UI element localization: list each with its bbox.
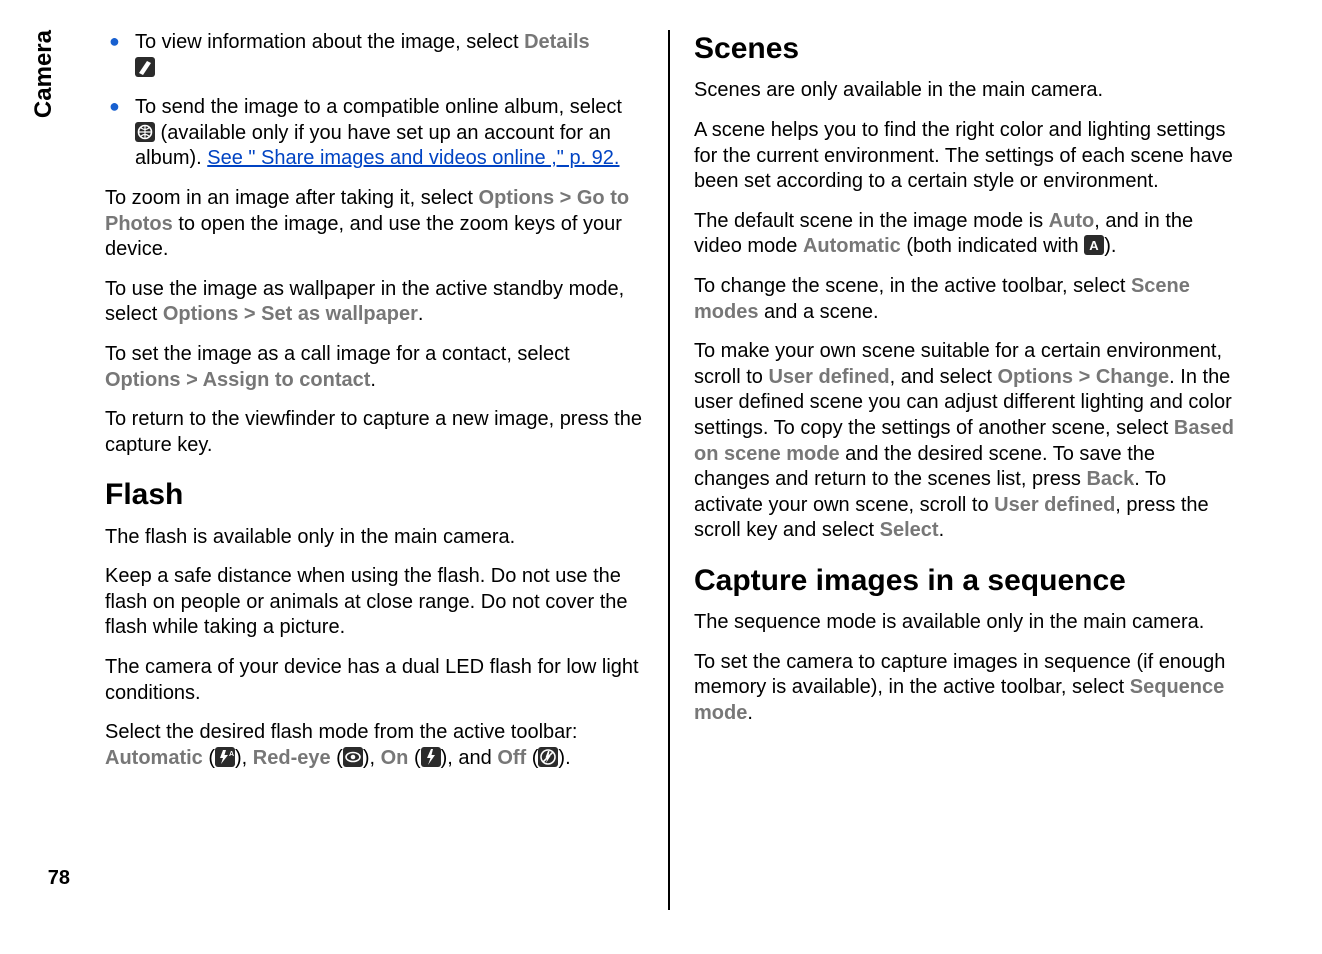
share-online-icon — [135, 122, 155, 142]
bullet-item-details: To view information about the image, sel… — [105, 30, 646, 81]
column-right: Scenes Scenes are only available in the … — [670, 30, 1235, 910]
change-label: Change — [1096, 366, 1169, 388]
assign-to-contact-label: Assign to contact — [203, 369, 371, 391]
paragraph-flash-safety: Keep a safe distance when using the flas… — [105, 564, 646, 641]
flash-redeye-label: Red-eye — [253, 747, 331, 769]
share-online-link[interactable]: See " Share images and videos online ," … — [207, 147, 619, 169]
flash-on-icon — [421, 747, 441, 767]
paragraph-user-defined: To make your own scene suitable for a ce… — [694, 339, 1235, 544]
flash-off-icon — [538, 747, 558, 767]
paragraph-scene-change: To change the scene, in the active toolb… — [694, 274, 1235, 325]
paragraph-contact: To set the image as a call image for a c… — [105, 342, 646, 393]
details-label: Details — [524, 31, 590, 53]
gt-separator: > — [1073, 366, 1096, 388]
user-defined-label: User defined — [768, 366, 889, 388]
details-icon — [135, 57, 155, 77]
svg-text:A: A — [229, 751, 234, 758]
page-number: 78 — [30, 867, 70, 890]
options-label: Options — [105, 369, 181, 391]
auto-scene-icon: A — [1084, 235, 1104, 255]
paragraph-return-viewfinder: To return to the viewfinder to capture a… — [105, 407, 646, 458]
automatic-label: Automatic — [803, 235, 901, 257]
flash-auto-icon: A — [215, 747, 235, 767]
paragraph-zoom: To zoom in an image after taking it, sel… — [105, 186, 646, 263]
paragraph-flash-led: The camera of your device has a dual LED… — [105, 655, 646, 706]
paragraph-flash-availability: The flash is available only in the main … — [105, 525, 646, 551]
set-as-wallpaper-label: Set as wallpaper — [261, 303, 418, 325]
gt-separator: > — [554, 187, 577, 209]
paragraph-sequence-availability: The sequence mode is available only in t… — [694, 610, 1235, 636]
options-label: Options — [479, 187, 555, 209]
paragraph-sequence-set: To set the camera to capture images in s… — [694, 650, 1235, 727]
two-column-layout: To view information about the image, sel… — [105, 30, 1285, 910]
heading-sequence: Capture images in a sequence — [694, 562, 1235, 600]
paragraph-scenes-availability: Scenes are only available in the main ca… — [694, 78, 1235, 104]
flash-automatic-label: Automatic — [105, 747, 203, 769]
bullet-list: To view information about the image, sel… — [105, 30, 646, 172]
flash-redeye-icon — [343, 747, 363, 767]
paragraph-flash-modes: Select the desired flash mode from the a… — [105, 720, 646, 771]
paragraph-scenes-intro: A scene helps you to find the right colo… — [694, 118, 1235, 195]
select-label: Select — [880, 519, 939, 541]
paragraph-wallpaper: To use the image as wallpaper in the act… — [105, 277, 646, 328]
heading-flash: Flash — [105, 476, 646, 514]
gt-separator: > — [238, 303, 261, 325]
svg-text:A: A — [1090, 238, 1100, 253]
heading-scenes: Scenes — [694, 30, 1235, 68]
bullet-item-share: To send the image to a compatible online… — [105, 95, 646, 172]
column-left: To view information about the image, sel… — [105, 30, 670, 910]
manual-page: Camera 78 To view information about the … — [30, 30, 1290, 910]
flash-off-label: Off — [497, 747, 526, 769]
back-label: Back — [1086, 468, 1134, 490]
bullet-text: To send the image to a compatible online… — [135, 96, 622, 118]
auto-label: Auto — [1049, 210, 1095, 232]
flash-on-label: On — [381, 747, 409, 769]
section-tab-camera: Camera — [30, 30, 60, 118]
paragraph-scenes-default: The default scene in the image mode is A… — [694, 209, 1235, 260]
options-label: Options — [163, 303, 239, 325]
gt-separator: > — [181, 369, 203, 391]
user-defined-label: User defined — [994, 494, 1115, 516]
bullet-text: To view information about the image, sel… — [135, 31, 524, 53]
options-label: Options — [997, 366, 1073, 388]
